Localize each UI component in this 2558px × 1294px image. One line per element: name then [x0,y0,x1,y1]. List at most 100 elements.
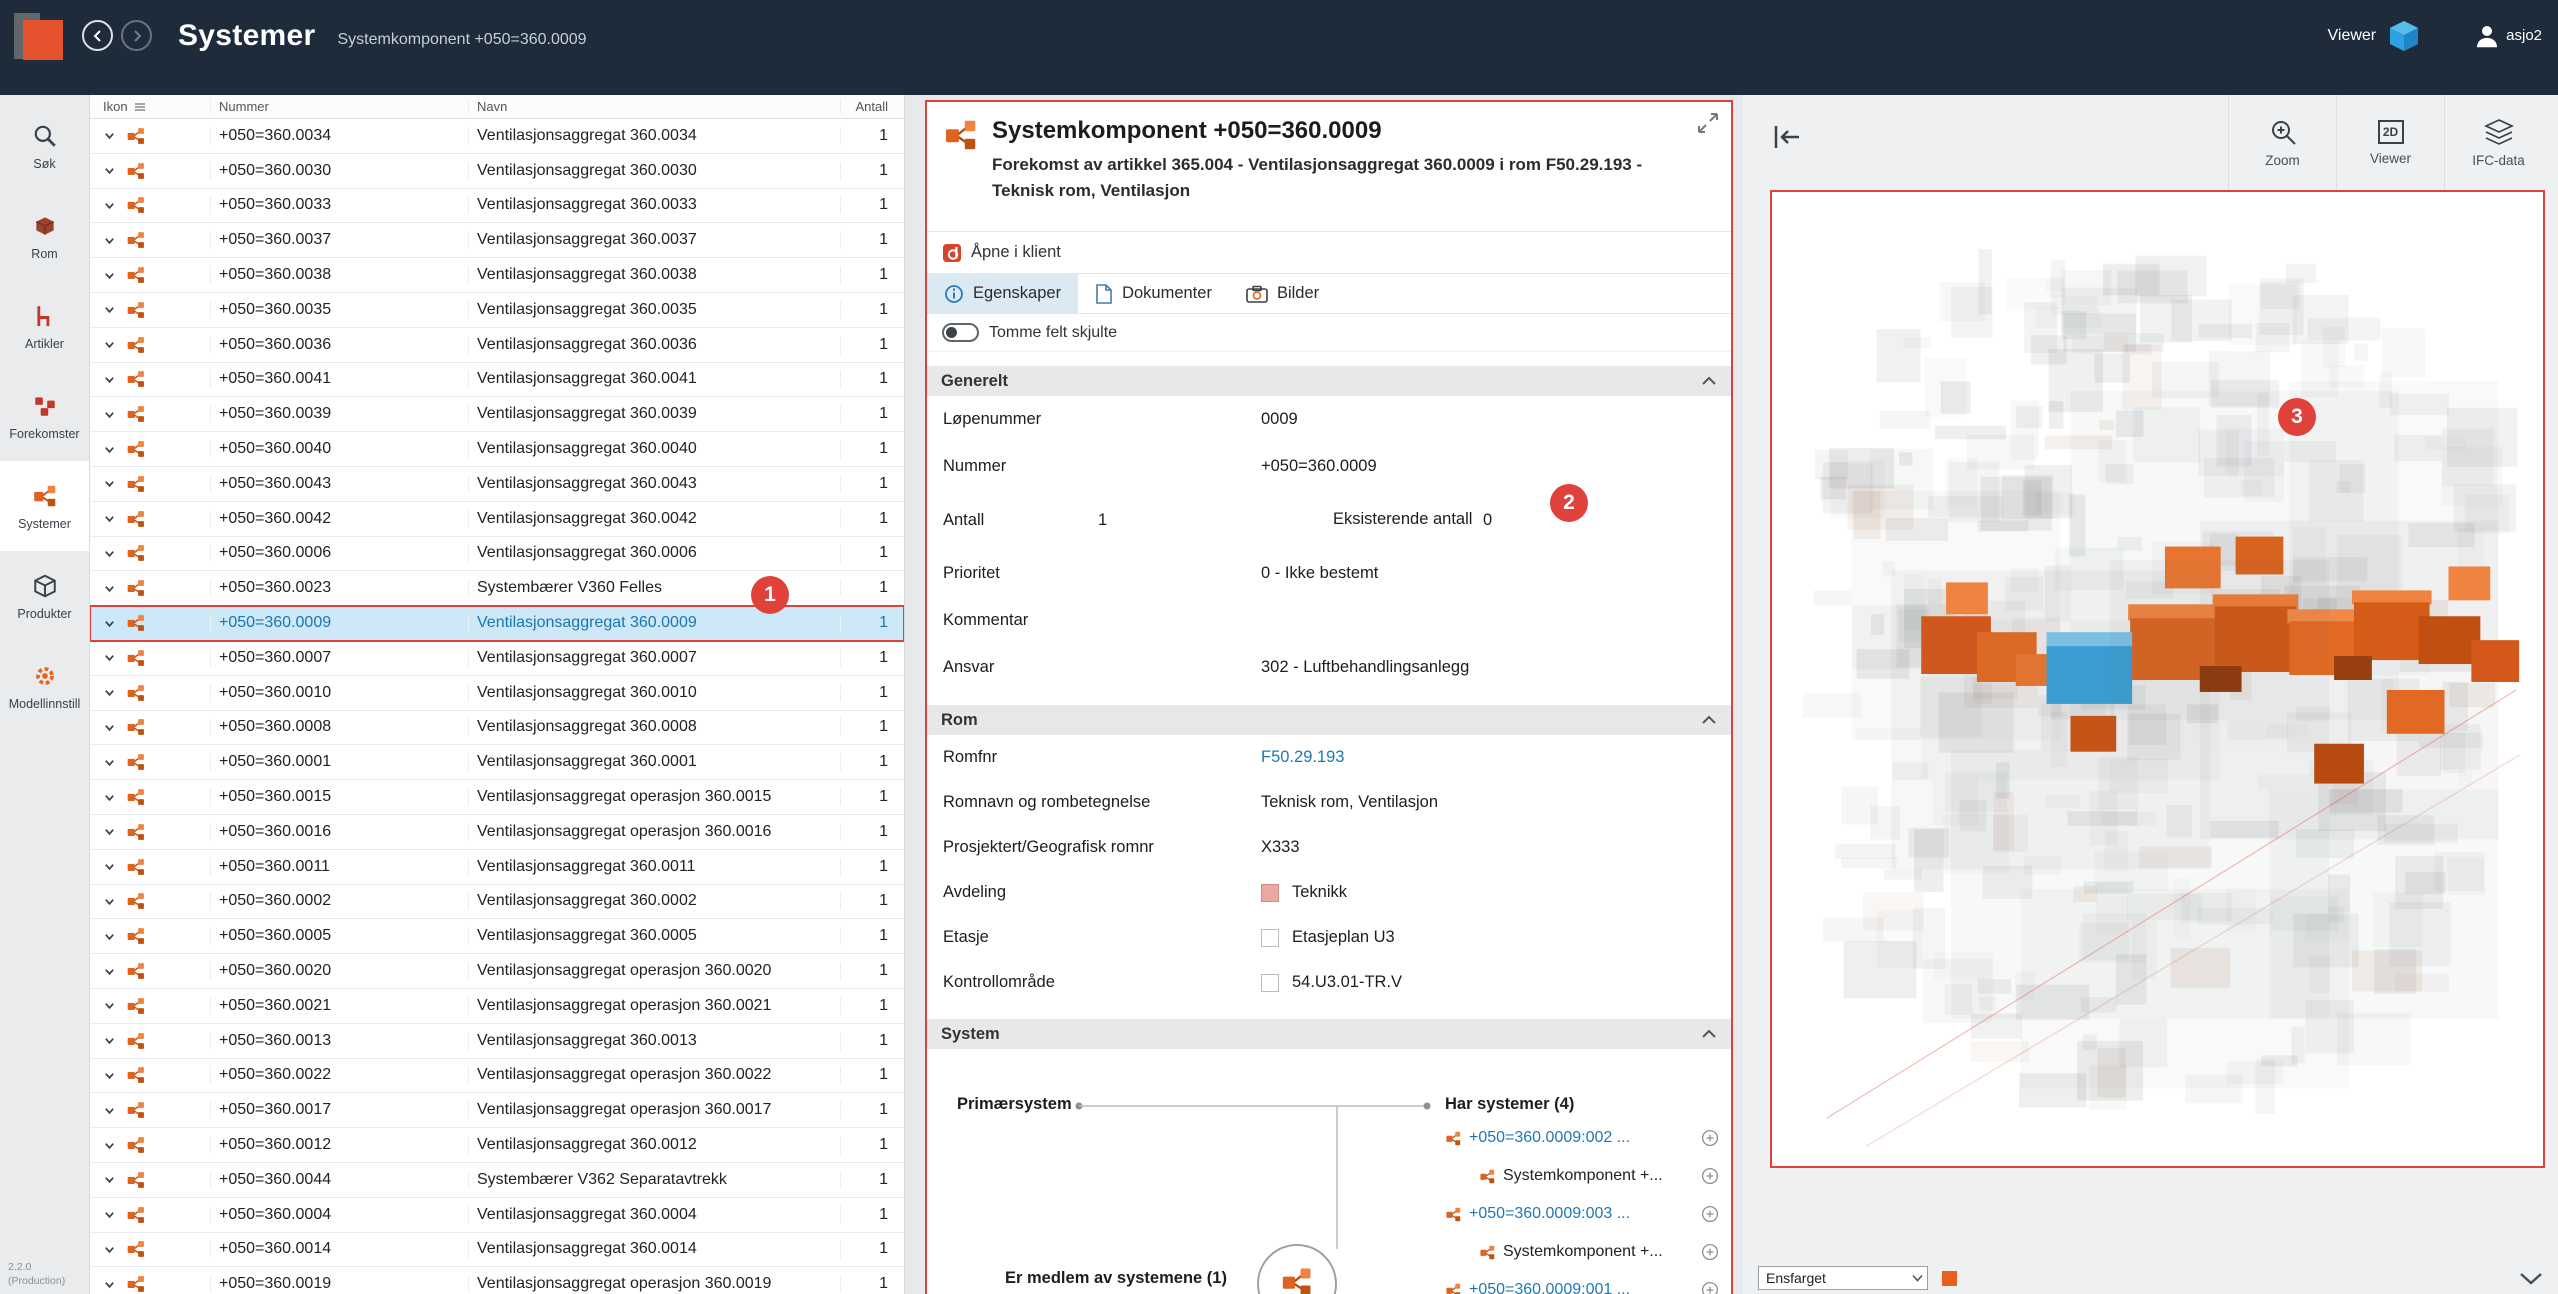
user-menu[interactable]: asjo2 [2472,21,2542,51]
color-mode-select[interactable]: Ensfarget [1758,1266,1928,1290]
tab-dokumenter[interactable]: Dokumenter [1078,274,1229,313]
collapse-viewer-button[interactable] [1771,123,1803,154]
toggle-switch[interactable] [942,323,979,342]
viewer-2d-button[interactable]: 2D Viewer [2336,95,2444,190]
sidebar-item-sok[interactable]: Søk [0,101,89,191]
sidebar-item-systemer[interactable]: Systemer [0,461,89,551]
table-row[interactable]: +050=360.0008 Ventilasjonsaggregat 360.0… [90,711,904,746]
row-expand-chevron-icon[interactable] [103,269,116,282]
tab-bilder[interactable]: Bilder [1229,274,1336,313]
column-header-antall[interactable]: Antall [840,99,904,114]
table-row[interactable]: +050=360.0007 Ventilasjonsaggregat 360.0… [90,641,904,676]
row-expand-chevron-icon[interactable] [103,860,116,873]
add-related-icon[interactable] [1701,1129,1719,1147]
row-expand-chevron-icon[interactable] [103,965,116,978]
viewer-cube-icon[interactable] [2388,19,2420,53]
row-expand-chevron-icon[interactable] [103,617,116,630]
table-row[interactable]: +050=360.0004 Ventilasjonsaggregat 360.0… [90,1198,904,1233]
section-generelt-header[interactable]: Generelt [927,366,1731,396]
column-header-ikon[interactable]: Ikon [90,99,210,114]
table-row[interactable]: +050=360.0009 Ventilasjonsaggregat 360.0… [90,606,904,641]
table-row[interactable]: +050=360.0014 Ventilasjonsaggregat 360.0… [90,1233,904,1268]
row-expand-chevron-icon[interactable] [103,129,116,142]
field-value[interactable]: F50.29.193 [1261,748,1344,767]
table-row[interactable]: +050=360.0010 Ventilasjonsaggregat 360.0… [90,676,904,711]
row-expand-chevron-icon[interactable] [103,756,116,769]
har-system-item[interactable]: Systemkomponent +... [1445,1233,1719,1271]
row-expand-chevron-icon[interactable] [103,651,116,664]
row-expand-chevron-icon[interactable] [103,930,116,943]
sidebar-item-artikler[interactable]: Artikler [0,281,89,371]
expand-panel-button[interactable] [1695,110,1721,139]
table-row[interactable]: +050=360.0040 Ventilasjonsaggregat 360.0… [90,432,904,467]
table-row[interactable]: +050=360.0001 Ventilasjonsaggregat 360.0… [90,745,904,780]
field-checkbox[interactable] [1261,974,1279,992]
table-row[interactable]: +050=360.0022 Ventilasjonsaggregat opera… [90,1059,904,1094]
row-expand-chevron-icon[interactable] [103,1278,116,1291]
forward-button[interactable] [121,20,152,51]
column-header-nummer[interactable]: Nummer [210,99,468,114]
table-row[interactable]: +050=360.0016 Ventilasjonsaggregat opera… [90,815,904,850]
table-row[interactable]: +050=360.0015 Ventilasjonsaggregat opera… [90,780,904,815]
row-expand-chevron-icon[interactable] [103,1208,116,1221]
row-expand-chevron-icon[interactable] [103,1104,116,1117]
table-row[interactable]: +050=360.0012 Ventilasjonsaggregat 360.0… [90,1128,904,1163]
table-row[interactable]: +050=360.0002 Ventilasjonsaggregat 360.0… [90,885,904,920]
table-row[interactable]: +050=360.0020 Ventilasjonsaggregat opera… [90,954,904,989]
table-row[interactable]: +050=360.0017 Ventilasjonsaggregat opera… [90,1093,904,1128]
row-expand-chevron-icon[interactable] [103,373,116,386]
add-related-icon[interactable] [1701,1167,1719,1185]
row-expand-chevron-icon[interactable] [103,1139,116,1152]
row-expand-chevron-icon[interactable] [103,686,116,699]
row-expand-chevron-icon[interactable] [103,582,116,595]
table-row[interactable]: +050=360.0030 Ventilasjonsaggregat 360.0… [90,154,904,189]
row-expand-chevron-icon[interactable] [103,477,116,490]
table-row[interactable]: +050=360.0034 Ventilasjonsaggregat 360.0… [90,119,904,154]
table-row[interactable]: +050=360.0038 Ventilasjonsaggregat 360.0… [90,258,904,293]
table-row[interactable]: +050=360.0005 Ventilasjonsaggregat 360.0… [90,919,904,954]
sidebar-item-produkter[interactable]: Produkter [0,551,89,641]
field-checkbox[interactable] [1261,929,1279,947]
table-row[interactable]: +050=360.0044 Systembærer V362 Separatav… [90,1163,904,1198]
har-system-item[interactable]: +050=360.0009:002 ... [1445,1119,1719,1157]
column-header-navn[interactable]: Navn [468,99,840,114]
table-row[interactable]: +050=360.0041 Ventilasjonsaggregat 360.0… [90,363,904,398]
row-expand-chevron-icon[interactable] [103,338,116,351]
add-related-icon[interactable] [1701,1243,1719,1261]
row-expand-chevron-icon[interactable] [103,1069,116,1082]
section-rom-header[interactable]: Rom [927,705,1731,735]
table-row[interactable]: +050=360.0037 Ventilasjonsaggregat 360.0… [90,223,904,258]
back-button[interactable] [82,20,113,51]
row-expand-chevron-icon[interactable] [103,408,116,421]
sidebar-item-rom[interactable]: Rom [0,191,89,281]
table-row[interactable]: +050=360.0013 Ventilasjonsaggregat 360.0… [90,1024,904,1059]
table-row[interactable]: +050=360.0042 Ventilasjonsaggregat 360.0… [90,502,904,537]
row-expand-chevron-icon[interactable] [103,443,116,456]
section-system-header[interactable]: System [927,1019,1731,1049]
table-row[interactable]: +050=360.0011 Ventilasjonsaggregat 360.0… [90,850,904,885]
app-logo-icon[interactable] [14,11,64,61]
sidebar-item-modellinnstill[interactable]: Modellinnstill [0,641,89,731]
har-system-item[interactable]: Systemkomponent +... [1445,1157,1719,1195]
row-expand-chevron-icon[interactable] [103,199,116,212]
table-row[interactable]: +050=360.0039 Ventilasjonsaggregat 360.0… [90,397,904,432]
zoom-button[interactable]: Zoom [2228,95,2336,190]
table-row[interactable]: +050=360.0036 Ventilasjonsaggregat 360.0… [90,328,904,363]
table-row[interactable]: +050=360.0043 Ventilasjonsaggregat 360.0… [90,467,904,502]
row-expand-chevron-icon[interactable] [103,1173,116,1186]
add-related-icon[interactable] [1701,1281,1719,1294]
add-related-icon[interactable] [1701,1205,1719,1223]
har-system-item[interactable]: +050=360.0009:001 ... [1445,1271,1719,1294]
row-expand-chevron-icon[interactable] [103,895,116,908]
row-expand-chevron-icon[interactable] [103,825,116,838]
row-expand-chevron-icon[interactable] [103,999,116,1012]
row-expand-chevron-icon[interactable] [103,721,116,734]
table-row[interactable]: +050=360.0033 Ventilasjonsaggregat 360.0… [90,189,904,224]
har-system-item[interactable]: +050=360.0009:003 ... [1445,1195,1719,1233]
row-expand-chevron-icon[interactable] [103,1243,116,1256]
table-row[interactable]: +050=360.0021 Ventilasjonsaggregat opera… [90,989,904,1024]
row-expand-chevron-icon[interactable] [103,791,116,804]
row-expand-chevron-icon[interactable] [103,1034,116,1047]
collapse-bottom-button[interactable] [2518,1271,2544,1290]
row-expand-chevron-icon[interactable] [103,512,116,525]
